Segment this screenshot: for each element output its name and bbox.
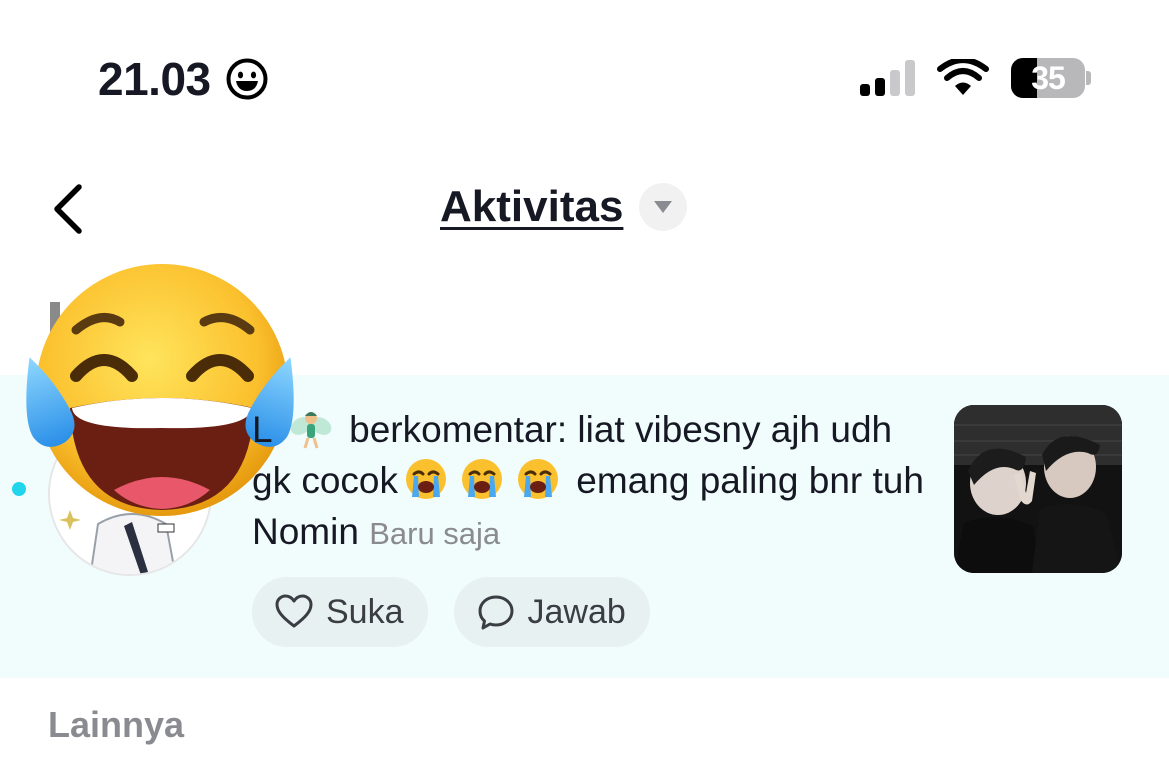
status-indicators: 35 <box>860 56 1091 100</box>
chevron-left-icon <box>54 184 82 234</box>
notification-text: L berkomentar: liat vibesny ajh udh gk c… <box>252 404 932 559</box>
like-button[interactable]: Suka <box>252 577 428 647</box>
loudly-crying-face-emoji <box>518 459 559 499</box>
chat-bubble-icon <box>478 595 513 630</box>
activity-filter-dropdown[interactable]: Aktivitas <box>440 180 688 234</box>
status-time-text: 21.03 <box>98 53 211 105</box>
battery-percent: 35 <box>1031 60 1066 96</box>
wifi-icon <box>937 59 989 95</box>
video-thumbnail[interactable] <box>954 405 1122 573</box>
status-time: 21.03 <box>98 52 269 106</box>
heart-outline-icon <box>275 594 313 628</box>
reply-button[interactable]: Jawab <box>453 577 650 647</box>
loudly-crying-face-emoji <box>462 459 503 499</box>
cellular-signal-icon <box>860 60 915 96</box>
page-title: Aktivitas <box>440 182 624 231</box>
caret-down-icon <box>639 183 688 231</box>
like-label: Suka <box>326 592 404 631</box>
smiling-face-icon <box>226 58 268 100</box>
battery-icon: 35 <box>1011 58 1091 98</box>
reply-label: Jawab <box>527 592 626 631</box>
loudly-crying-face-emoji <box>406 459 447 499</box>
back-button[interactable] <box>40 178 96 240</box>
fairy-emoji <box>290 412 332 449</box>
username[interactable]: L <box>252 404 273 455</box>
section-header-more: Lainnya <box>48 704 185 745</box>
timestamp: Baru saja <box>369 516 501 551</box>
notification-actions: Suka Jawab <box>252 577 650 647</box>
